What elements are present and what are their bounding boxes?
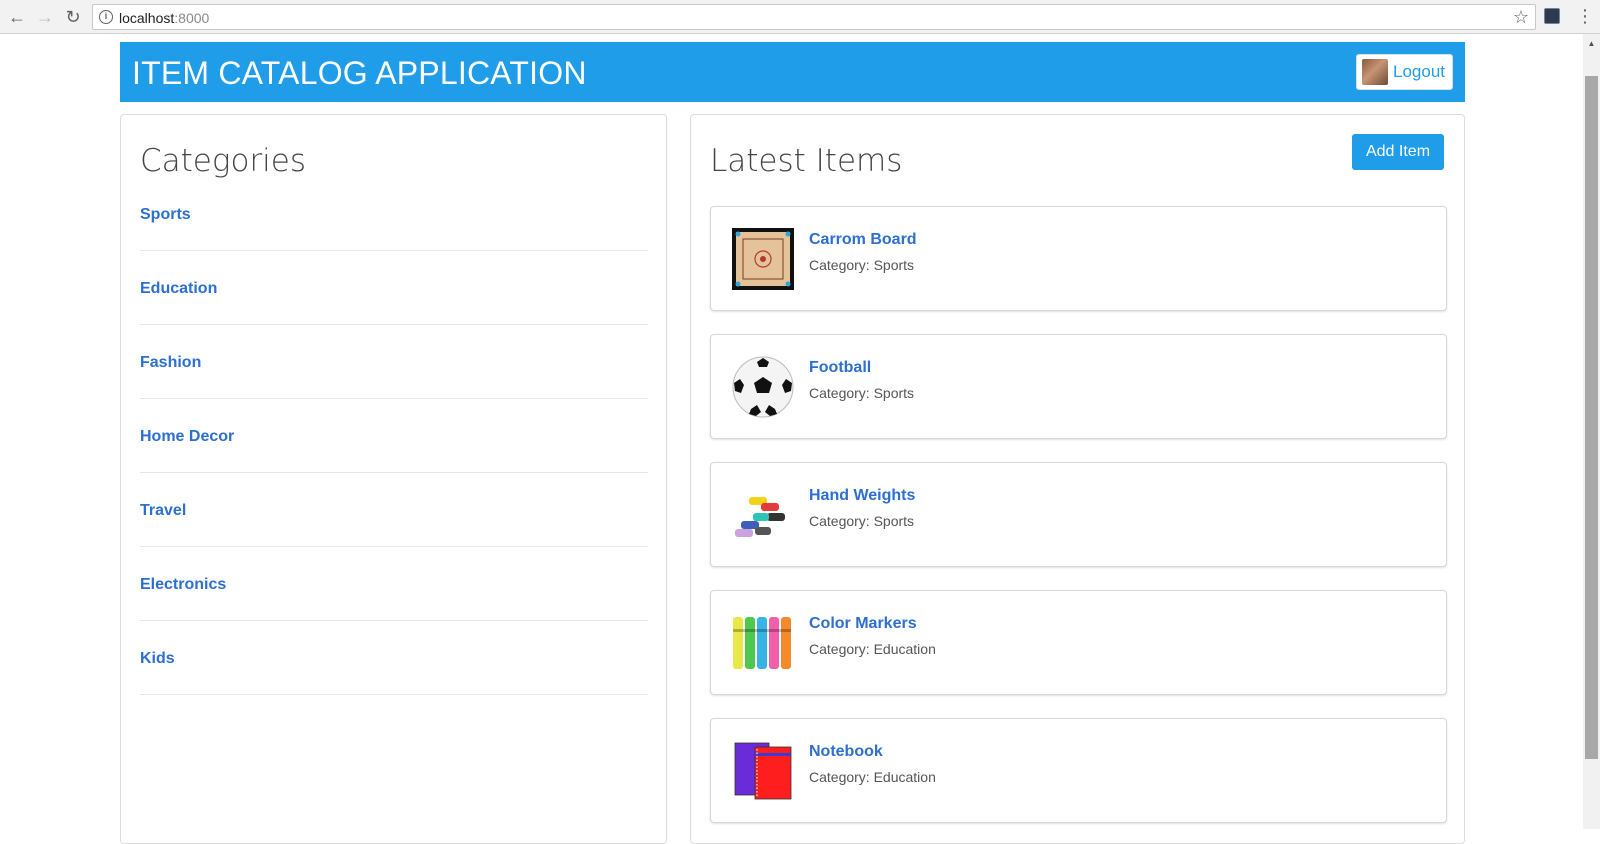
category-item: Home Decor [140, 399, 648, 473]
logout-button[interactable]: Logout [1356, 54, 1453, 90]
item-card[interactable]: Football Category: Sports [710, 334, 1447, 439]
page-scrollbar[interactable]: ▲ [1583, 34, 1600, 829]
scrollbar-thumb[interactable] [1585, 76, 1598, 759]
item-name-link[interactable]: Color Markers [809, 615, 917, 633]
app-title: ITEM CATALOG APPLICATION [132, 55, 587, 91]
category-link-kids[interactable]: Kids [140, 650, 175, 668]
url-port: :8000 [174, 10, 210, 26]
latest-items-heading: Latest Items [710, 143, 903, 179]
app-header: ITEM CATALOG APPLICATION Logout [120, 42, 1465, 102]
reload-icon[interactable]: ↻ [62, 6, 84, 28]
item-card[interactable]: Hand Weights Category: Sports [710, 462, 1447, 567]
item-category: Category: Sports [809, 513, 915, 529]
category-item: Education [140, 251, 648, 325]
category-item: Electronics [140, 547, 648, 621]
item-name-link[interactable]: Carrom Board [809, 231, 917, 249]
category-link-fashion[interactable]: Fashion [140, 354, 201, 372]
address-bar[interactable]: i localhost:8000 ☆ [92, 4, 1536, 30]
scroll-up-icon[interactable]: ▲ [1583, 36, 1600, 52]
forward-icon[interactable]: → [34, 6, 56, 28]
category-item: Kids [140, 621, 648, 695]
hand-weights-image [735, 497, 785, 537]
add-item-button[interactable]: Add Item [1352, 134, 1444, 170]
url-text: localhost:8000 [119, 10, 209, 26]
category-link-travel[interactable]: Travel [140, 502, 186, 520]
football-image [732, 356, 794, 418]
carrom-board-image [732, 228, 794, 290]
category-item: Travel [140, 473, 648, 547]
categories-heading: Categories [140, 143, 307, 179]
browser-menu-icon[interactable]: ⋮ [1576, 5, 1594, 27]
avatar [1362, 59, 1388, 85]
item-card[interactable]: Notebook Category: Education [710, 718, 1447, 823]
latest-items-panel: Latest Items Add Item Carrom Board Categ… [690, 114, 1465, 844]
item-card[interactable]: Carrom Board Category: Sports [710, 206, 1447, 311]
site-info-icon[interactable]: i [99, 10, 113, 24]
notebook-image [734, 742, 792, 800]
category-item: Sports [140, 177, 648, 251]
browser-toolbar: ← → ↻ i localhost:8000 ☆ ⋮ [0, 0, 1600, 34]
item-category: Category: Education [809, 641, 936, 657]
category-link-sports[interactable]: Sports [140, 206, 191, 224]
category-link-education[interactable]: Education [140, 280, 217, 298]
item-name-link[interactable]: Hand Weights [809, 487, 915, 505]
category-list: Sports Education Fashion Home Decor Trav… [140, 177, 648, 695]
category-link-home-decor[interactable]: Home Decor [140, 428, 234, 446]
item-card[interactable]: Color Markers Category: Education [710, 590, 1447, 695]
logout-label: Logout [1393, 62, 1445, 81]
bookmark-star-icon[interactable]: ☆ [1513, 7, 1529, 28]
categories-panel: Categories Sports Education Fashion Home… [120, 114, 667, 844]
item-category: Category: Education [809, 769, 936, 785]
category-item: Fashion [140, 325, 648, 399]
item-name-link[interactable]: Football [809, 359, 871, 377]
color-markers-image [733, 617, 791, 669]
back-icon[interactable]: ← [6, 6, 28, 28]
category-link-electronics[interactable]: Electronics [140, 576, 226, 594]
url-host: localhost [119, 10, 175, 26]
item-category: Category: Sports [809, 257, 915, 273]
item-category: Category: Sports [809, 385, 915, 401]
extension-icon[interactable] [1544, 8, 1560, 24]
item-name-link[interactable]: Notebook [809, 743, 883, 761]
